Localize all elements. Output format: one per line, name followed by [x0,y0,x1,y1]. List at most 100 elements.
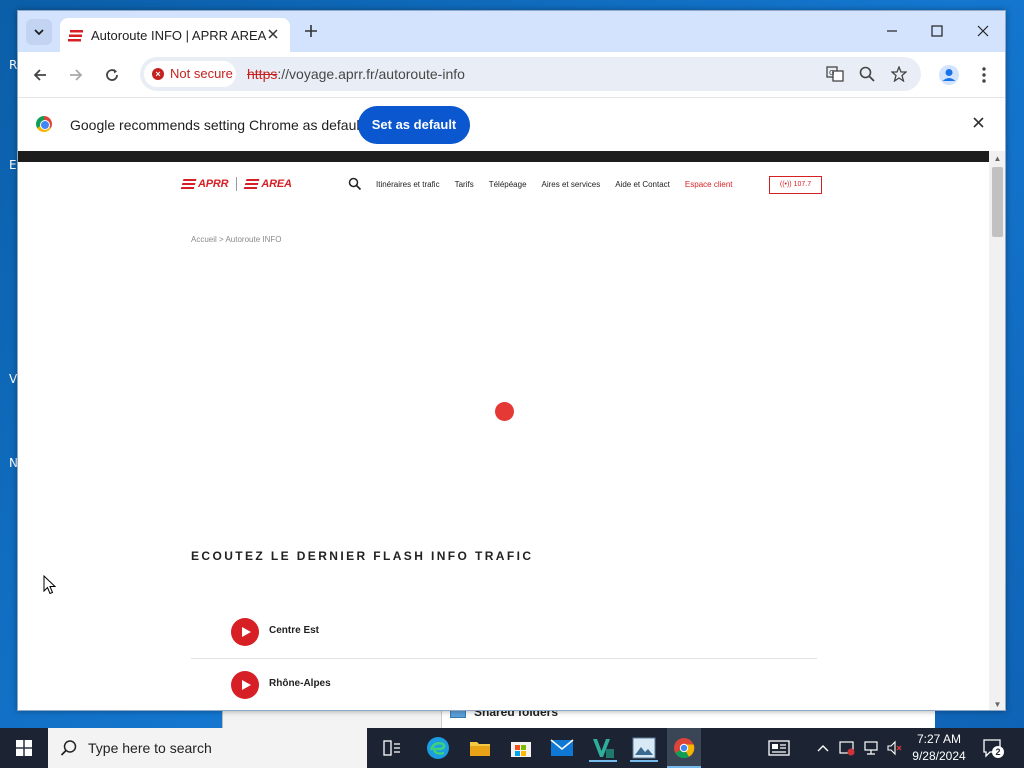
taskbar-edge[interactable] [424,734,452,762]
chevron-down-icon [34,29,44,35]
network-button[interactable] [862,739,880,757]
show-hidden-icons-button[interactable] [814,739,832,757]
taskbar-store[interactable] [507,734,535,762]
tab-title: Autoroute INFO | APRR AREA [91,28,267,43]
nav-itineraires[interactable]: Itinéraires et trafic [376,180,440,189]
arrow-right-icon [70,69,83,81]
scroll-down-icon[interactable]: ▼ [993,700,1002,709]
app-v-icon [593,739,614,758]
notification-count-badge: 2 [992,746,1004,758]
store-icon [511,742,531,757]
play-icon[interactable] [231,618,259,646]
logo-area: AREA [261,178,292,190]
flash-info-heading: ECOUTEZ LE DERNIER FLASH INFO TRAFIC [191,549,534,563]
profile-button[interactable] [936,62,962,88]
desktop-icon-label[interactable]: E [9,158,17,172]
news-widget-button[interactable] [767,739,791,757]
maximize-button[interactable] [923,17,951,45]
chrome-menu-button[interactable] [971,62,997,88]
folder-icon [470,742,490,756]
url-path: ://voyage.aprr.fr/autoroute-info [277,66,465,82]
logo-divider [236,177,238,191]
back-button[interactable] [27,62,53,88]
page-scrollbar[interactable]: ▲ ▼ [989,151,1005,710]
list-item[interactable]: Centre Est [191,606,817,659]
reload-button[interactable] [99,62,125,88]
network-icon [864,741,878,755]
start-button[interactable] [0,728,48,768]
plus-icon [305,25,317,37]
desktop-icon-label[interactable]: V [9,372,17,386]
close-infobar-button[interactable] [968,114,988,134]
profile-avatar-icon [939,65,959,85]
translate-button[interactable]: G [824,63,846,85]
site-logo[interactable]: APRR AREA [180,177,292,191]
taskbar-app-image[interactable] [630,734,658,762]
search-placeholder: Type here to search [88,740,212,756]
page-viewport: APRR AREA Itinéraires et trafic Tarifs T… [18,151,989,710]
close-tab-button[interactable] [264,25,282,43]
region-name: Rhône-Alpes [269,678,331,689]
windows-logo-icon [16,740,32,756]
scrollbar-thumb[interactable] [992,167,1003,237]
close-window-button[interactable] [969,17,997,45]
star-icon [891,66,907,82]
default-browser-infobar: Google recommends setting Chrome as defa… [18,97,1005,151]
site-security-chip[interactable]: × Not secure [144,61,236,87]
close-icon [268,29,278,39]
breadcrumb[interactable]: Accueil > Autoroute INFO [191,235,282,244]
volume-muted-icon [887,740,902,756]
toolbar: × Not secure https://voyage.aprr.fr/auto… [18,52,1005,97]
new-tab-button[interactable] [300,20,322,42]
tray-app-icon[interactable] [838,739,856,757]
radio-waves-icon: ((•)) [779,181,792,188]
running-indicator [589,760,617,762]
nav-telepeage[interactable]: Télépéage [489,180,527,189]
notification-center-button[interactable]: 2 [982,738,1004,758]
volume-button[interactable] [885,739,903,757]
search-icon[interactable] [348,177,362,191]
clock[interactable]: 7:27 AM 9/28/2024 [905,731,973,765]
play-icon[interactable] [231,671,259,699]
task-view-button[interactable] [378,734,406,762]
chrome-window: Autoroute INFO | APRR AREA × Not secure … [17,10,1006,711]
nav-espace-client[interactable]: Espace client [685,180,733,189]
minimize-button[interactable] [878,17,906,45]
taskbar-app-v[interactable] [589,734,617,762]
nav-aide-contact[interactable]: Aide et Contact [615,180,670,189]
url-text[interactable]: https://voyage.aprr.fr/autoroute-info [247,66,465,82]
taskbar-search[interactable]: Type here to search [48,728,367,768]
radio-107-7-button[interactable]: ((•)) 107.7 [769,176,822,194]
scroll-up-icon[interactable]: ▲ [993,154,1002,163]
list-item[interactable]: Rhône-Alpes [191,659,817,710]
chevron-up-icon [817,745,829,752]
region-name: Centre Est [269,625,320,636]
shield-warning-icon [839,741,855,756]
minimize-icon [887,30,897,32]
news-icon [768,740,790,756]
more-vertical-icon [982,67,986,83]
clock-date: 9/28/2024 [912,749,966,763]
loading-spinner [495,402,514,421]
taskbar-file-explorer[interactable] [466,734,494,762]
zoom-button[interactable] [856,63,878,85]
bookmark-button[interactable] [888,63,910,85]
task-view-icon [383,740,400,756]
svg-text:G: G [829,69,834,77]
taskbar-chrome[interactable] [667,728,701,768]
close-icon [972,117,984,128]
mail-icon [550,739,574,756]
forward-button[interactable] [63,62,89,88]
taskbar-mail[interactable] [548,734,576,762]
address-bar[interactable]: × Not secure https://voyage.aprr.fr/auto… [140,57,921,91]
nav-aires[interactable]: Aires et services [542,180,601,189]
nav-tarifs[interactable]: Tarifs [455,180,474,189]
clock-time: 7:27 AM [916,732,962,746]
search-icon [60,740,77,756]
url-scheme: https [247,66,278,82]
set-as-default-button[interactable]: Set as default [358,106,470,144]
tab-active[interactable]: Autoroute INFO | APRR AREA [60,18,290,52]
tab-search-button[interactable] [26,19,52,45]
taskbar: Type here to search 7:27 AM 9/28/2024 2 [0,728,1024,768]
chrome-logo-icon [36,116,52,132]
